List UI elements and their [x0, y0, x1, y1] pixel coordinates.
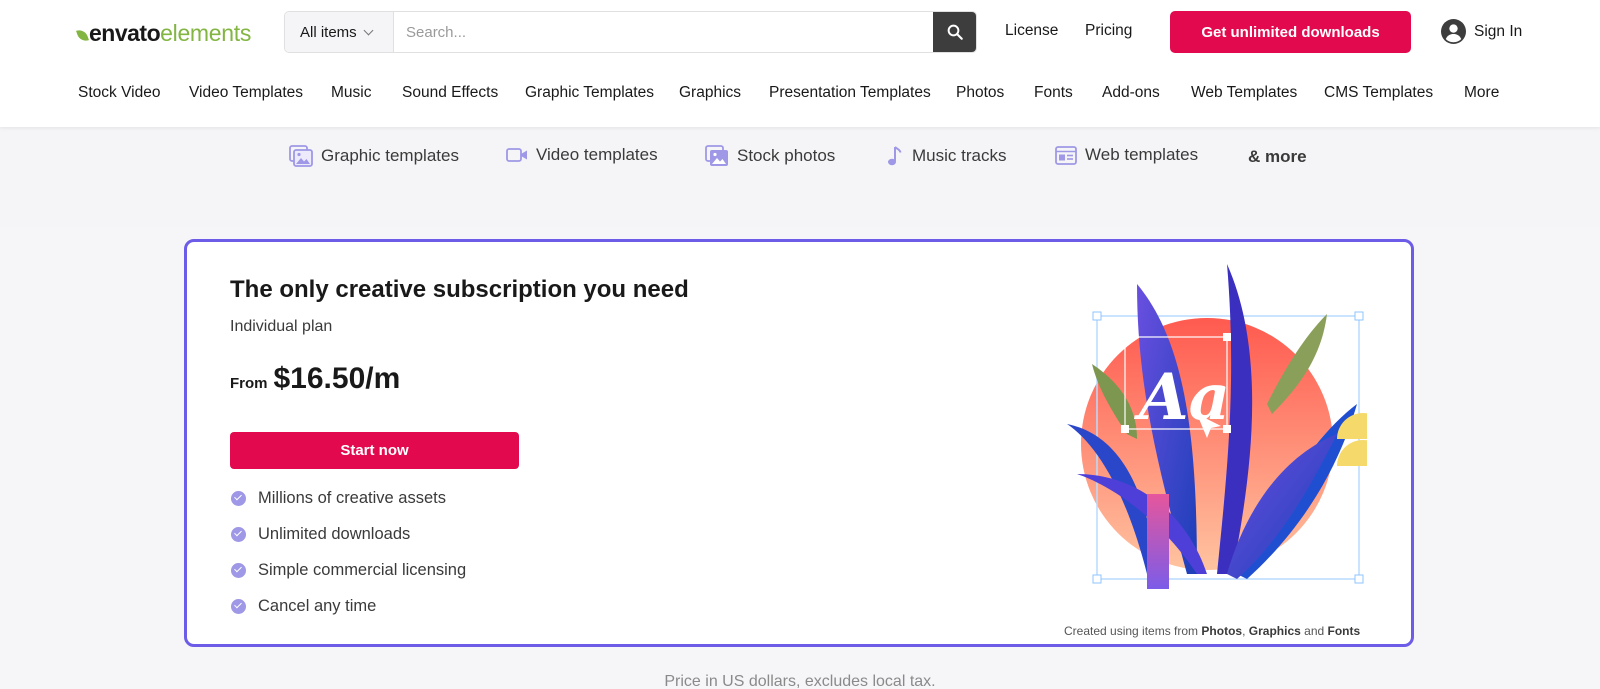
subnav-graphic-templates[interactable]: Graphic templates	[289, 145, 459, 167]
credit-and: and	[1304, 624, 1325, 638]
search-icon	[947, 24, 963, 40]
price-prefix: From	[230, 375, 268, 392]
feature-item: Cancel any time	[231, 588, 466, 624]
nav-presentation-templates[interactable]: Presentation Templates	[769, 84, 931, 102]
nav-graphics[interactable]: Graphics	[679, 84, 741, 102]
license-link[interactable]: License	[1005, 22, 1058, 40]
check-circle-icon	[231, 562, 246, 578]
chevron-down-icon	[363, 25, 374, 35]
get-unlimited-downloads-button[interactable]: Get unlimited downloads	[1170, 11, 1411, 53]
subnav-label: Video templates	[536, 145, 658, 164]
logo-text-elements: elements	[160, 19, 252, 46]
subnav-music-tracks[interactable]: Music tracks	[886, 145, 1006, 167]
feature-label: Unlimited downloads	[258, 524, 411, 543]
subnav-label: Graphic templates	[321, 146, 459, 165]
music-note-icon	[888, 146, 902, 166]
site-header: envato elements All items License Pricin…	[0, 0, 1600, 127]
card-title: The only creative subscription you need	[230, 276, 689, 303]
subnav-label: Stock photos	[737, 146, 836, 165]
sign-in-button[interactable]: Sign In	[1441, 19, 1522, 44]
price-row: From $16.50/m	[230, 362, 400, 396]
credit-fonts-link[interactable]: Fonts	[1328, 624, 1361, 638]
search-category-label: All items	[300, 23, 357, 41]
subnav-and-more[interactable]: & more	[1248, 147, 1307, 167]
start-now-button[interactable]: Start now	[230, 432, 519, 469]
subnav-video-templates[interactable]: Video templates	[506, 145, 658, 165]
nav-graphic-templates[interactable]: Graphic Templates	[525, 84, 654, 102]
nav-web-templates[interactable]: Web Templates	[1191, 84, 1297, 102]
envato-elements-logo[interactable]: envato elements	[76, 19, 252, 46]
credit-separator: ,	[1242, 624, 1246, 638]
photo-icon	[705, 145, 728, 166]
nav-music[interactable]: Music	[331, 84, 371, 102]
search-category-select[interactable]: All items	[285, 12, 394, 52]
nav-more[interactable]: More	[1464, 84, 1499, 102]
search-bar: All items	[284, 11, 977, 53]
plan-name: Individual plan	[230, 318, 333, 335]
nav-cms-templates[interactable]: CMS Templates	[1324, 84, 1433, 102]
feature-item: Simple commercial licensing	[231, 552, 466, 588]
nav-sound-effects[interactable]: Sound Effects	[402, 84, 498, 102]
feature-label: Millions of creative assets	[258, 488, 446, 507]
price-footnote: Price in US dollars, excludes local tax.	[664, 673, 936, 689]
search-input[interactable]	[394, 12, 933, 52]
subnav-web-templates[interactable]: Web templates	[1055, 145, 1198, 165]
feature-label: Cancel any time	[258, 596, 377, 615]
credit-photos-link[interactable]: Photos	[1201, 624, 1242, 638]
user-avatar-icon	[1441, 19, 1466, 44]
feature-label: Simple commercial licensing	[258, 560, 467, 579]
logo-text-envato: envato	[89, 19, 161, 46]
illustration-credit: Created using items from Photos, Graphic…	[1064, 624, 1360, 638]
hero-illustration: Aa	[1067, 264, 1367, 589]
nav-fonts[interactable]: Fonts	[1034, 84, 1073, 102]
leaf-icon	[76, 27, 89, 43]
video-camera-icon	[506, 148, 527, 162]
subscription-card: The only creative subscription you need …	[184, 239, 1414, 647]
sign-in-label: Sign In	[1474, 22, 1523, 40]
credit-prefix: Created using items from	[1064, 624, 1199, 638]
subnav-stock-photos[interactable]: Stock photos	[705, 145, 835, 167]
nav-stock-video[interactable]: Stock Video	[78, 84, 160, 102]
credit-graphics-link[interactable]: Graphics	[1249, 624, 1301, 638]
image-stack-icon	[289, 145, 313, 167]
subnav-label: Web templates	[1085, 145, 1199, 164]
nav-add-ons[interactable]: Add-ons	[1102, 84, 1160, 102]
check-circle-icon	[231, 526, 246, 542]
browser-window-icon	[1055, 145, 1077, 165]
pricing-link[interactable]: Pricing	[1085, 22, 1132, 40]
feature-item: Unlimited downloads	[231, 516, 466, 552]
category-nav: Stock Video Video Templates Music Sound …	[0, 84, 1600, 106]
check-circle-icon	[231, 490, 246, 506]
search-button[interactable]	[933, 12, 976, 52]
content-type-strip: Graphic templates Video templates Stock …	[0, 127, 1600, 227]
nav-photos[interactable]: Photos	[956, 84, 1004, 102]
feature-list: Millions of creative assets Unlimited do…	[231, 480, 466, 624]
nav-video-templates[interactable]: Video Templates	[189, 84, 303, 102]
check-circle-icon	[231, 598, 246, 614]
subnav-label: Music tracks	[912, 146, 1007, 165]
price-value: $16.50/m	[273, 362, 401, 395]
feature-item: Millions of creative assets	[231, 480, 466, 516]
